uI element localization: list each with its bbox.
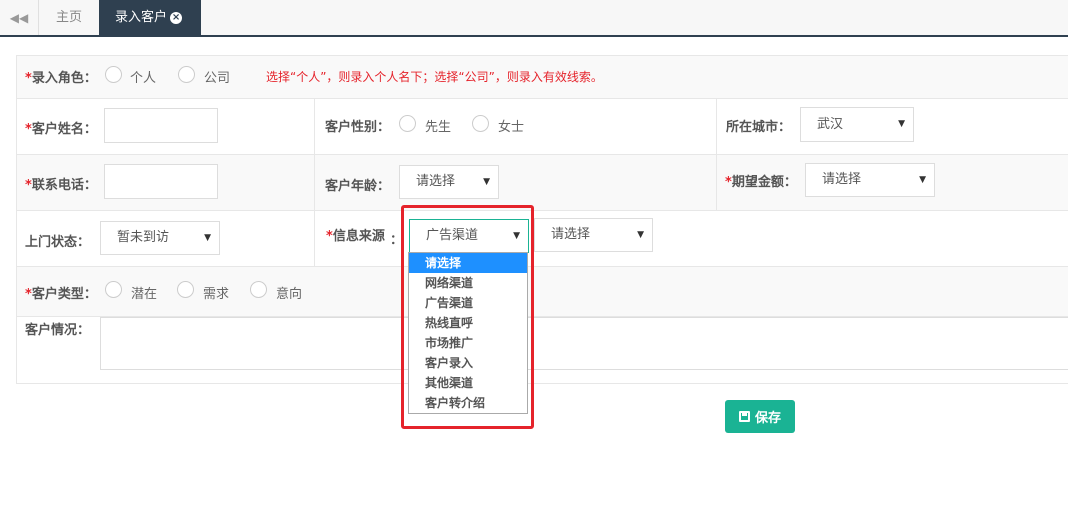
gender-label: 客户性别：: [325, 120, 391, 135]
form-row-name: *客户姓名： 客户性别： 先生 女士 所在城市： 武汉 ▼: [17, 99, 1068, 155]
gender-radio-female[interactable]: [472, 115, 489, 132]
chevron-down-icon: ▼: [204, 233, 211, 243]
role-radio-company[interactable]: [178, 66, 195, 83]
age-label: 客户年龄：: [325, 179, 391, 194]
role-option-company: 公司: [204, 71, 231, 86]
form-row-type: *客户类型： 潜在 需求 意向: [17, 267, 1068, 317]
highlight-box: [401, 205, 534, 429]
divider: [716, 99, 717, 154]
tab-home-label: 主页: [55, 10, 82, 25]
type-option-demand: 需求: [203, 287, 230, 302]
situation-textarea[interactable]: [100, 317, 1068, 370]
form-row-situation: 客户情况：: [17, 317, 1068, 384]
tab-bar: ◀◀ 主页 录入客户 ×: [0, 0, 1068, 37]
customer-form: *录入角色： 个人 公司 选择“个人”，则录入个人名下；选择“公司”，则录入有效…: [16, 55, 1068, 384]
city-select-value: 武汉: [817, 117, 844, 132]
chevron-down-icon: ▼: [898, 119, 905, 129]
role-radio-personal[interactable]: [105, 66, 122, 83]
name-input[interactable]: [104, 108, 218, 143]
form-row-visit: 上门状态： 暂未到访 ▼ *信息来源 ： 广告渠道 ▼ 请选择 ▼: [17, 211, 1068, 267]
amount-select-value: 请选择: [822, 172, 862, 187]
save-button-label: 保存: [754, 411, 781, 426]
form-row-phone: *联系电话： 客户年龄： 请选择 ▼ *期望金额： 请选择 ▼: [17, 155, 1068, 211]
city-select[interactable]: 武汉 ▼: [800, 107, 914, 142]
divider: [314, 99, 315, 154]
situation-label: 客户情况：: [25, 323, 91, 338]
save-button[interactable]: 保存: [725, 400, 795, 433]
chevron-down-icon: ▼: [919, 175, 926, 185]
type-radio-intent[interactable]: [250, 281, 267, 298]
source-sub-select-value: 请选择: [551, 227, 591, 242]
role-hint: 选择“个人”，则录入个人名下；选择“公司”，则录入有效线索。: [266, 70, 603, 84]
visit-label: 上门状态：: [25, 235, 91, 250]
chevron-down-icon: ▼: [637, 230, 644, 240]
source-label: *信息来源: [326, 229, 385, 244]
name-label: *客户姓名：: [25, 122, 97, 137]
type-label: *客户类型：: [25, 287, 97, 302]
close-icon[interactable]: ×: [170, 11, 183, 24]
age-select-value: 请选择: [416, 174, 456, 189]
visit-select[interactable]: 暂未到访 ▼: [100, 221, 220, 255]
amount-select[interactable]: 请选择 ▼: [805, 163, 935, 197]
chevron-down-icon: ▼: [483, 177, 490, 187]
phone-label: *联系电话：: [25, 178, 97, 193]
divider: [314, 211, 315, 266]
gender-option-male: 先生: [425, 120, 452, 135]
phone-input[interactable]: [104, 164, 218, 199]
visit-select-value: 暂未到访: [117, 230, 170, 245]
role-label: *录入角色：: [25, 71, 97, 86]
type-option-intent: 意向: [276, 287, 303, 302]
type-radio-demand[interactable]: [177, 281, 194, 298]
role-option-personal: 个人: [130, 71, 157, 86]
gender-radio-male[interactable]: [399, 115, 416, 132]
age-select[interactable]: 请选择 ▼: [399, 165, 499, 199]
type-option-potential: 潜在: [131, 287, 158, 302]
double-left-arrow-icon[interactable]: ◀◀: [0, 0, 39, 35]
divider: [716, 155, 717, 210]
divider: [314, 155, 315, 210]
form-row-role: *录入角色： 个人 公司 选择“个人”，则录入个人名下；选择“公司”，则录入有效…: [17, 56, 1068, 99]
type-radio-potential[interactable]: [105, 281, 122, 298]
save-icon: [738, 411, 750, 422]
tab-add-customer[interactable]: 录入客户 ×: [99, 0, 201, 35]
gender-option-female: 女士: [498, 120, 525, 135]
amount-label: *期望金额：: [725, 175, 797, 190]
tab-add-customer-label: 录入客户: [115, 10, 168, 25]
tab-home[interactable]: 主页: [39, 0, 100, 35]
source-sub-select[interactable]: 请选择 ▼: [534, 218, 653, 252]
city-label: 所在城市：: [726, 120, 792, 135]
